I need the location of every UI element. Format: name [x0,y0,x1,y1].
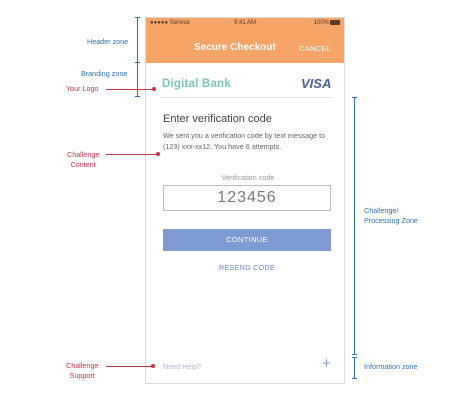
header-zone-tick-top [135,17,140,18]
continue-button[interactable]: CONTINUE [163,229,331,251]
challenge-content-line1: Challenge [67,150,100,159]
branding-divider [160,97,332,98]
processing-zone-tick-bottom [352,354,357,355]
header-zone-tick-bottom [135,96,140,97]
information-zone-tick-bottom [352,378,357,379]
resend-code-link[interactable]: RESEND CODE [163,263,331,272]
challenge-support-pointer [106,366,152,367]
battery-status: 100% [314,20,340,26]
challenge-support-line2: Support [69,370,95,380]
battery-icon [330,20,340,25]
expand-plus-icon[interactable]: + [322,356,331,371]
challenge-content-line2: Content [70,159,96,169]
information-zone-bracket [354,357,355,379]
your-logo-dot [152,87,156,91]
your-logo-label: Your Logo [66,84,99,93]
status-time: 9:41 AM [233,20,256,26]
header-zone-label: Header zone [87,37,129,46]
information-zone-tick-top [352,357,357,358]
challenge-title: Enter verification code [163,113,272,125]
cancel-button[interactable]: CANCEL [299,44,331,53]
challenge-support-line1: Challenge [66,361,99,370]
processing-zone-line2: Processing Zone [364,216,418,225]
verification-code-input[interactable]: 123456 [163,185,331,211]
processing-zone-line1: Challenge/ [364,206,399,215]
header-bar: ●●●●● Service 9:41 AM 100% Secure Checko… [146,18,344,63]
phone-screen: ●●●●● Service 9:41 AM 100% Secure Checko… [145,17,345,384]
battery-text: 100% [313,20,329,26]
bank-logo: Digital Bank [162,78,231,90]
header-title: Secure Checkout [194,42,276,53]
header-zone-bracket [137,17,138,97]
visa-logo: VISA [301,76,332,91]
verification-code-label: Verification code [221,173,275,182]
your-logo-pointer [106,89,152,90]
processing-zone-label: Challenge/Processing Zone [364,206,418,226]
challenge-content-pointer [106,154,156,155]
processing-zone-bracket [354,97,355,355]
challenge-message: We sent you a verification code by text … [163,131,326,151]
need-help-link[interactable]: Need Help? [163,362,201,371]
processing-zone-tick-top [352,97,357,98]
challenge-content-label: Challenge Content [67,150,99,169]
information-zone-label: Information zone [364,362,418,371]
status-bar: ●●●●● Service 9:41 AM 100% [150,20,340,30]
challenge-support-label: Challenge Support [66,361,98,380]
challenge-support-dot [151,364,155,368]
header-zone-tick-mid [135,62,140,63]
challenge-content-dot [156,152,160,156]
branding-zone-label: Branding zone [81,69,128,78]
